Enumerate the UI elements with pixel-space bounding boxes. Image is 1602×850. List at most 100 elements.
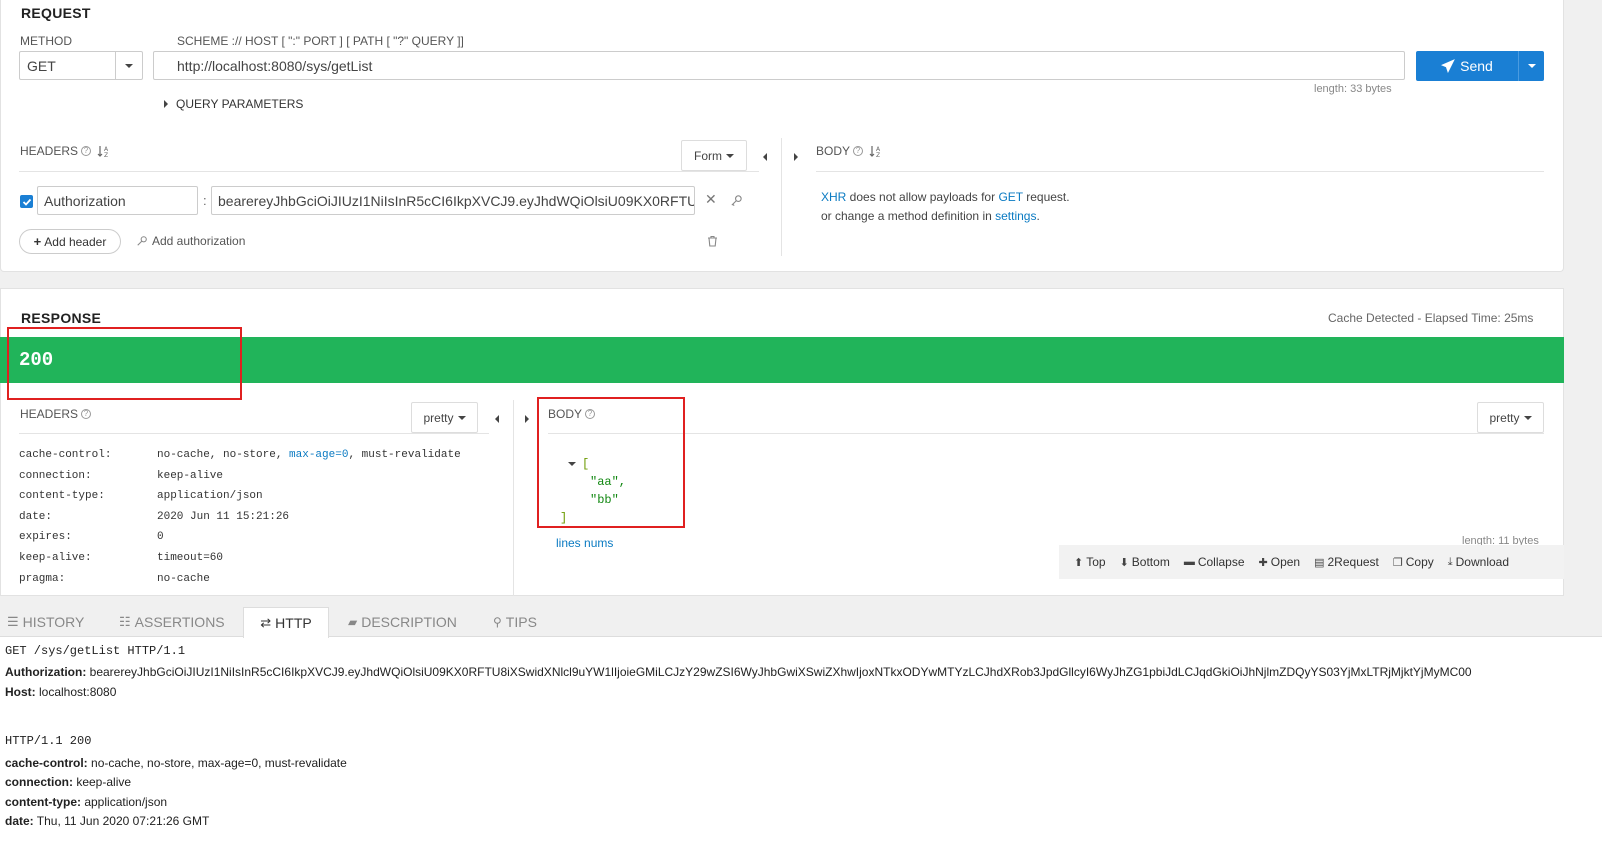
form-mode-button[interactable]: Form xyxy=(681,140,747,171)
paper-plane-icon xyxy=(1441,59,1456,73)
arrow-down-circle-icon: ⬇ xyxy=(1119,556,1129,569)
header-enabled-checkbox[interactable] xyxy=(20,195,33,208)
copy-button[interactable]: ❐ Copy xyxy=(1393,555,1434,569)
help-icon[interactable]: ? xyxy=(853,146,864,156)
book-icon: ▰ xyxy=(348,615,358,629)
tab-description-label: DESCRIPTION xyxy=(361,614,457,630)
close-icon[interactable]: ✕ xyxy=(705,191,717,208)
key-icon[interactable] xyxy=(730,194,743,207)
body-msg-part: does not allow payloads for xyxy=(846,190,999,204)
header-value-input[interactable]: bearereyJhbGciOiJIUzI1NiIsInR5cCI6IkpXVC… xyxy=(211,186,695,215)
http-auth-key: Authorization: xyxy=(5,665,87,679)
collapse-label: Collapse xyxy=(1197,555,1245,569)
response-split-divider xyxy=(513,400,514,596)
bottom-button[interactable]: ⬇ Bottom xyxy=(1120,555,1170,569)
header-key: content-type: xyxy=(19,490,105,503)
header-val: application/json xyxy=(157,490,263,503)
minus-square-icon: ▬ xyxy=(1183,556,1195,568)
body-msg-part: request. xyxy=(1022,190,1070,204)
top-button[interactable]: ⬆ Top xyxy=(1074,555,1106,569)
request-body-label: BODY xyxy=(816,144,851,158)
chevron-left-icon xyxy=(495,415,499,423)
query-parameters-toggle[interactable]: QUERY PARAMETERS xyxy=(164,97,303,111)
response-headers-pretty-button[interactable]: pretty xyxy=(411,402,478,433)
tab-http[interactable]: ⇄ HTTP xyxy=(243,607,329,638)
response-body-pretty-button[interactable]: pretty xyxy=(1477,402,1544,433)
header-row: cache-control: no-cache, no-store, max-ag… xyxy=(19,449,461,470)
body-msg-part: . xyxy=(1036,209,1040,223)
send-button[interactable]: Send xyxy=(1416,51,1518,81)
body-msg-part: or change a method definition in xyxy=(821,209,996,223)
pretty-label: pretty xyxy=(423,410,454,425)
collapse-button[interactable]: ▬ Collapse xyxy=(1184,555,1245,569)
add-header-label: Add header xyxy=(44,234,107,249)
header-row: content-type: application/json xyxy=(19,490,461,511)
help-icon[interactable]: ? xyxy=(81,146,92,156)
url-format-label: SCHEME :// HOST [ ":" PORT ] [ PATH [ "?… xyxy=(177,34,464,48)
header-val: no-cache xyxy=(157,572,210,585)
chevron-down-icon xyxy=(1523,415,1532,420)
response-headers-divider xyxy=(19,433,489,434)
collapse-left-toggle[interactable] xyxy=(763,150,767,164)
response-headers-heading: HEADERS ? xyxy=(20,407,92,421)
expand-right-toggle[interactable] xyxy=(525,412,529,426)
lines-nums-link[interactable]: lines nums xyxy=(556,536,613,550)
method-select[interactable]: GET xyxy=(19,51,143,80)
chevron-right-icon xyxy=(794,153,798,161)
to-request-button[interactable]: ▤ 2Request xyxy=(1314,555,1379,569)
request-body-divider xyxy=(816,171,1544,172)
tab-assertions[interactable]: ☷ ASSERTIONS xyxy=(113,607,231,637)
header-key: pragma: xyxy=(19,572,66,585)
header-val: 2020 Jun 11 15:21:26 xyxy=(157,510,290,523)
http-resp-header-line: content-type: application/json xyxy=(5,795,167,809)
max-age-link[interactable]: max-age=0 xyxy=(289,449,348,461)
tab-description[interactable]: ▰ DESCRIPTION xyxy=(342,607,463,637)
download-icon: ⤓ xyxy=(1447,555,1453,568)
http-auth-value: bearereyJhbGciOiJIUzI1NiIsInR5cCI6IkpXVC… xyxy=(86,665,1472,679)
tab-tips[interactable]: ⚲ TIPS xyxy=(487,607,543,637)
xhr-link[interactable]: XHR xyxy=(821,190,846,204)
response-headers-label: HEADERS xyxy=(20,407,79,421)
chevron-down-icon xyxy=(726,153,734,158)
header-val: no-cache, no-store, max-age=0, must-reva… xyxy=(157,449,461,461)
url-length: length: 33 bytes xyxy=(1314,83,1392,95)
response-title: RESPONSE xyxy=(21,310,102,326)
response-body-divider xyxy=(548,433,1544,434)
tab-http-label: HTTP xyxy=(275,615,312,631)
cache-info: Cache Detected - Elapsed Time: 25ms xyxy=(1328,311,1534,325)
http-resp-key: content-type: xyxy=(5,795,81,809)
url-input[interactable]: http://localhost:8080/sys/getList xyxy=(153,51,1405,80)
header-name-input[interactable]: Authorization xyxy=(37,186,198,215)
get-link[interactable]: GET xyxy=(998,190,1022,204)
plus-square-icon: ✚ xyxy=(1258,556,1268,569)
tab-tips-label: TIPS xyxy=(505,614,537,630)
send-label: Send xyxy=(1460,58,1493,74)
http-host-key: Host: xyxy=(5,685,36,699)
lightbulb-icon: ⚲ xyxy=(493,615,502,629)
http-resp-value: Thu, 11 Jun 2020 07:21:26 GMT xyxy=(33,814,210,828)
sort-az-icon[interactable]: AZ xyxy=(97,144,111,158)
download-button[interactable]: ⤓ Download xyxy=(1448,555,1509,569)
expand-right-toggle[interactable] xyxy=(794,150,798,164)
collapse-left-toggle[interactable] xyxy=(495,412,499,426)
http-resp-header-line: connection: keep-alive xyxy=(5,775,131,789)
method-dropdown-toggle[interactable] xyxy=(115,52,142,79)
http-auth-line: Authorization: bearereyJhbGciOiJIUzI1NiI… xyxy=(5,665,1472,679)
download-label: Download xyxy=(1455,555,1510,569)
help-icon[interactable]: ? xyxy=(81,409,92,419)
open-button[interactable]: ✚ Open xyxy=(1259,555,1301,569)
send-options-toggle[interactable] xyxy=(1518,51,1544,81)
add-authorization-link[interactable]: Add authorization xyxy=(136,234,245,248)
http-response-line: HTTP/1.1 200 xyxy=(5,734,92,748)
http-resp-key: date: xyxy=(5,814,34,828)
request-body-message: XHR does not allow payloads for GET requ… xyxy=(821,188,1070,226)
exchange-icon: ⇄ xyxy=(260,615,272,630)
body-highlight-box xyxy=(537,397,685,528)
trash-icon[interactable] xyxy=(707,235,718,247)
copy-label: Copy xyxy=(1405,555,1434,569)
document-icon: ▤ xyxy=(1314,556,1325,569)
sort-az-icon[interactable]: AZ xyxy=(869,144,883,158)
tab-history[interactable]: ☰ HISTORY xyxy=(1,607,90,637)
add-header-button[interactable]: + Add header xyxy=(19,229,121,254)
settings-link[interactable]: settings xyxy=(995,209,1036,223)
